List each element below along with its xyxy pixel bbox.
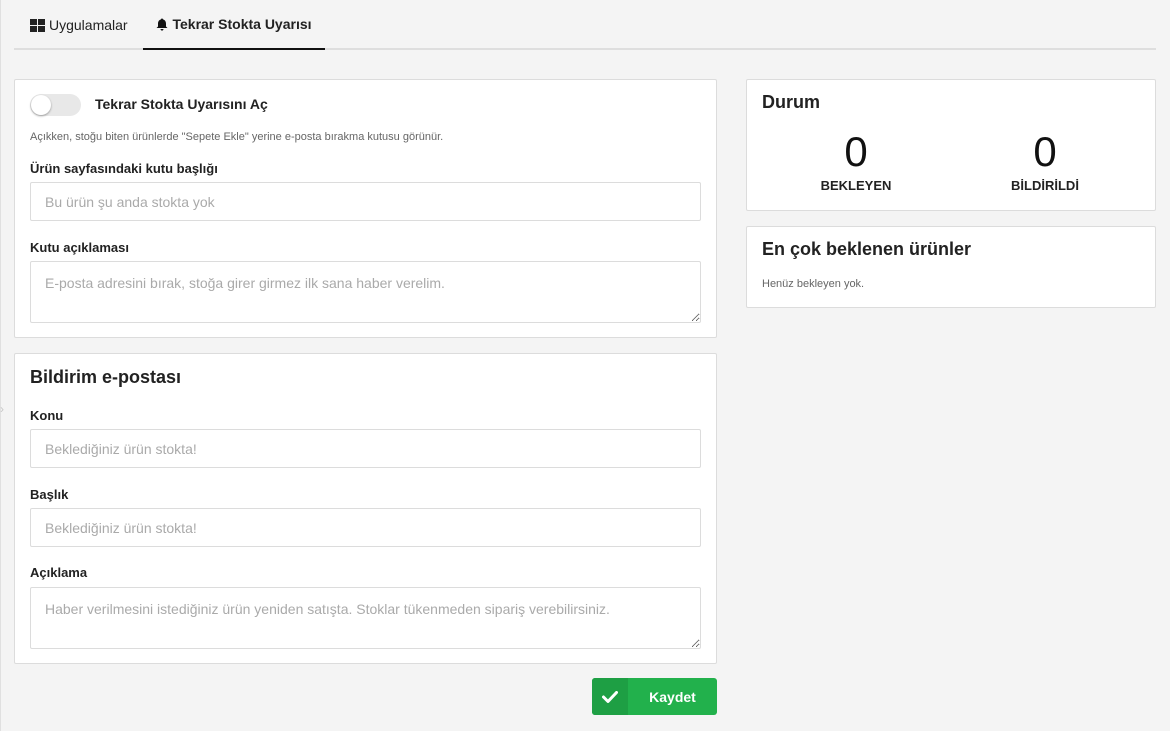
settings-card: Tekrar Stokta Uyarısını Aç Açıkken, stoğ… — [14, 79, 717, 338]
stat-notified: 0 BİLDİRİLDİ — [965, 128, 1125, 193]
stat-notified-label: BİLDİRİLDİ — [1011, 178, 1079, 193]
box-desc-textarea[interactable] — [30, 261, 701, 323]
toggle-knob — [31, 95, 51, 115]
page-left-border — [0, 0, 1, 731]
stat-waiting-value: 0 — [844, 128, 868, 175]
grid-icon — [30, 18, 45, 32]
save-button-label: Kaydet — [649, 688, 696, 705]
email-card-title: Bildirim e-postası — [30, 367, 182, 387]
top-products-title: En çok beklenen ürünler — [762, 239, 972, 259]
heading-input[interactable] — [30, 508, 701, 547]
status-title: Durum — [762, 92, 820, 112]
save-button[interactable]: Kaydet — [592, 678, 717, 715]
toggle-hint: Açıkken, stoğu biten ürünlerde "Sepete E… — [30, 131, 444, 143]
heading-label: Başlık — [30, 487, 69, 502]
subject-input[interactable] — [30, 429, 701, 468]
stat-notified-value: 0 — [1033, 128, 1057, 175]
status-card: Durum 0 BEKLEYEN 0 BİLDİRİLDİ — [746, 79, 1156, 211]
top-products-empty: Henüz bekleyen yok. — [762, 278, 865, 290]
check-icon — [592, 678, 628, 715]
box-title-input[interactable] — [30, 182, 701, 221]
top-products-card: En çok beklenen ürünler Henüz bekleyen y… — [746, 226, 1156, 308]
box-desc-label: Kutu açıklaması — [30, 240, 129, 255]
stat-waiting: 0 BEKLEYEN — [776, 128, 936, 193]
bell-icon — [156, 18, 168, 31]
tab-bar: Uygulamalar Tekrar Stokta Uyarısı — [14, 0, 1156, 50]
enable-toggle-label: Tekrar Stokta Uyarısını Aç — [95, 96, 268, 112]
chevron-right-icon: › — [0, 402, 4, 416]
tab-back-in-stock-label: Tekrar Stokta Uyarısı — [172, 16, 312, 32]
box-title-label: Ürün sayfasındaki kutu başlığı — [30, 161, 218, 176]
description-textarea[interactable] — [30, 587, 701, 649]
tab-apps[interactable]: Uygulamalar — [30, 0, 128, 50]
tab-back-in-stock[interactable]: Tekrar Stokta Uyarısı — [143, 0, 325, 50]
enable-toggle[interactable] — [30, 94, 81, 116]
description-label: Açıklama — [30, 565, 88, 580]
subject-label: Konu — [30, 408, 64, 423]
notification-email-card: Bildirim e-postası Konu Başlık Açıklama — [14, 353, 717, 664]
tab-apps-label: Uygulamalar — [49, 17, 128, 33]
stat-waiting-label: BEKLEYEN — [820, 178, 892, 193]
